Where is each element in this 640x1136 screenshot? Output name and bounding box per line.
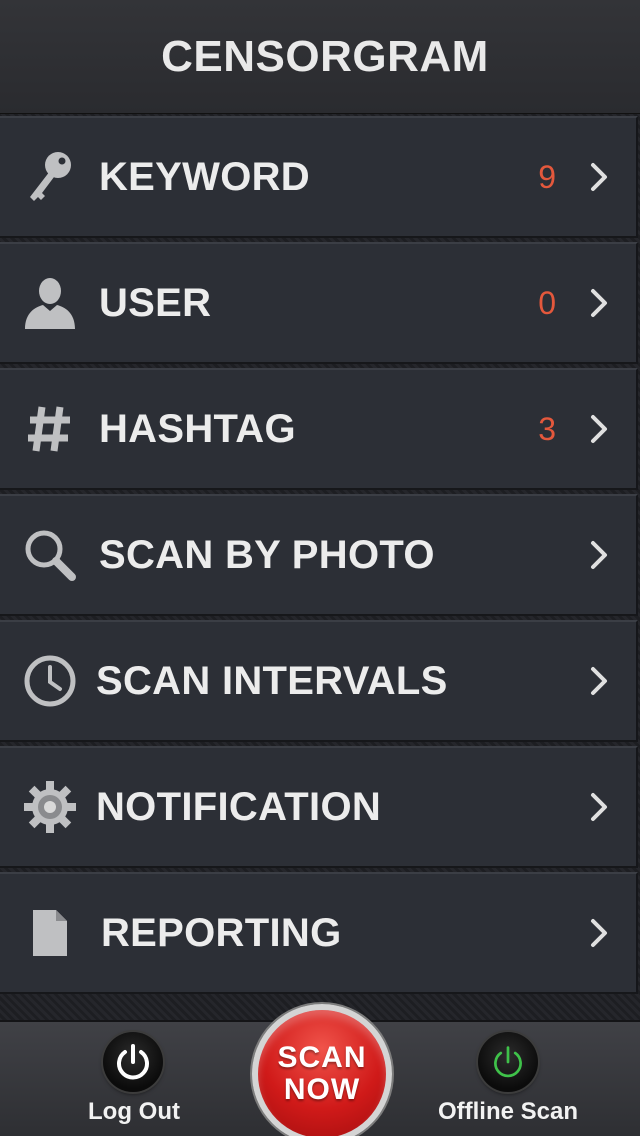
chevron-right-icon xyxy=(588,664,610,698)
menu-item-label: HASHTAG xyxy=(99,406,296,451)
scan-now-line1: SCAN xyxy=(277,1041,367,1074)
menu-item-label: NOTIFICATION xyxy=(96,784,382,829)
search-icon xyxy=(22,527,78,583)
logout-button[interactable]: Log Out xyxy=(88,1032,180,1126)
power-icon xyxy=(103,1032,163,1092)
menu-item-reporting[interactable]: REPORTING xyxy=(0,872,638,994)
user-icon xyxy=(22,275,78,331)
app-title: CENSORGRAM xyxy=(161,31,489,81)
chevron-right-icon xyxy=(588,160,610,194)
clock-icon xyxy=(22,653,78,709)
document-icon xyxy=(22,905,78,961)
menu-item-label: SCAN INTERVALS xyxy=(96,658,448,703)
hashtag-count: 3 xyxy=(538,410,556,447)
menu-item-scan-by-photo[interactable]: SCAN BY PHOTO xyxy=(0,494,638,616)
menu-item-scan-intervals[interactable]: SCAN INTERVALS xyxy=(0,620,638,742)
offline-scan-button[interactable]: Offline Scan xyxy=(436,1032,580,1126)
menu-item-keyword[interactable]: KEYWORD 9 xyxy=(0,116,638,238)
chevron-right-icon xyxy=(588,790,610,824)
hashtag-icon xyxy=(22,401,78,457)
menu-item-hashtag[interactable]: HASHTAG 3 xyxy=(0,368,638,490)
menu-item-label: SCAN BY PHOTO xyxy=(99,532,435,577)
header: CENSORGRAM xyxy=(0,0,640,114)
menu-item-user[interactable]: USER 0 xyxy=(0,242,638,364)
offline-scan-label: Offline Scan xyxy=(437,1098,579,1125)
scan-now-line2: NOW xyxy=(283,1073,361,1106)
chevron-right-icon xyxy=(588,916,610,950)
menu-item-notification[interactable]: NOTIFICATION xyxy=(0,746,638,868)
key-icon xyxy=(22,149,78,205)
user-count: 0 xyxy=(538,284,556,321)
menu-item-label: REPORTING xyxy=(101,910,342,955)
chevron-right-icon xyxy=(588,412,610,446)
keyword-count: 9 xyxy=(538,158,556,195)
chevron-right-icon xyxy=(588,286,610,320)
power-icon xyxy=(478,1032,538,1092)
app-screen: CENSORGRAM KEYWORD 9 USER 0 HASHTAG 3 SC… xyxy=(0,0,640,1136)
scan-now-button[interactable]: SCAN NOW xyxy=(252,1004,392,1136)
logout-label: Log Out xyxy=(88,1098,180,1125)
menu-item-label: USER xyxy=(99,280,212,325)
menu-item-label: KEYWORD xyxy=(99,154,310,199)
gear-icon xyxy=(22,779,78,835)
chevron-right-icon xyxy=(588,538,610,572)
